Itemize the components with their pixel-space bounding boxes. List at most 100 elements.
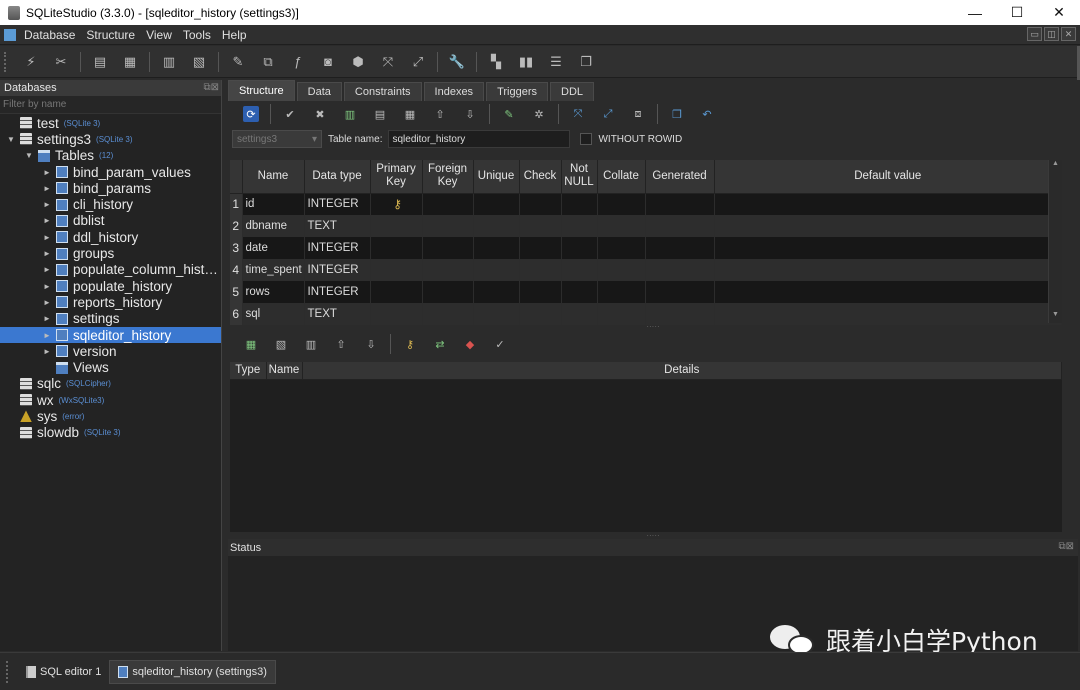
tree-item-sys[interactable]: sys (error) xyxy=(0,408,221,424)
collate-cell[interactable] xyxy=(597,237,646,259)
tree-item-bind-param-values[interactable]: ► bind_param_values xyxy=(0,164,221,180)
check-cell[interactable] xyxy=(519,281,562,303)
tree-item-ddl-history[interactable]: ► ddl_history xyxy=(0,229,221,245)
mdi-close-icon[interactable]: ✕ xyxy=(1061,27,1076,41)
column-name-cell[interactable]: date xyxy=(242,237,305,259)
create-index-icon[interactable]: ❐ xyxy=(669,106,685,122)
menu-database[interactable]: Database xyxy=(24,28,75,42)
status-panel-controls-icon[interactable]: ⧉⊠ xyxy=(1058,541,1074,552)
add-pk-icon[interactable]: ⚷ xyxy=(402,336,418,352)
menu-view[interactable]: View xyxy=(146,28,172,42)
add-check-icon[interactable]: ✓ xyxy=(492,336,508,352)
check-cell[interactable] xyxy=(519,215,562,237)
expand-arrow-icon[interactable]: ▼ xyxy=(24,151,34,160)
primary-key-cell[interactable]: ⚷ xyxy=(370,193,423,215)
table-row[interactable]: 1 id INTEGER ⚷ xyxy=(230,193,1062,215)
expand-arrow-icon[interactable]: ► xyxy=(42,168,52,177)
cascade-icon[interactable]: ❐ xyxy=(577,53,595,71)
move-down-icon[interactable]: ⇩ xyxy=(462,106,478,122)
collate-cell[interactable] xyxy=(597,259,646,281)
undo-icon[interactable]: ↶ xyxy=(699,106,715,122)
collate-cell[interactable] xyxy=(597,303,646,325)
tree-item-populate-history[interactable]: ► populate_history xyxy=(0,278,221,294)
column-name-cell[interactable]: time_spent xyxy=(242,259,305,281)
column-name-cell[interactable]: rows xyxy=(242,281,305,303)
extensions-icon[interactable]: ⬢ xyxy=(349,53,367,71)
menu-tools[interactable]: Tools xyxy=(183,28,211,42)
tile-vertical-icon[interactable]: ☰ xyxy=(547,53,565,71)
check-cell[interactable] xyxy=(519,259,562,281)
add-unique-icon[interactable]: ◆ xyxy=(462,336,478,352)
tree-item-sqleditor-history[interactable]: ► sqleditor_history xyxy=(0,326,221,344)
default-value-cell[interactable] xyxy=(714,237,1062,259)
tree-item-sqlc[interactable]: sqlc (SQLCipher) xyxy=(0,376,221,392)
tab-indexes[interactable]: Indexes xyxy=(423,82,485,101)
tree-item-dblist[interactable]: ► dblist xyxy=(0,213,221,229)
tree-item-settings[interactable]: ► settings xyxy=(0,311,221,327)
column-type-cell[interactable]: TEXT xyxy=(304,215,371,237)
columns-scrollbar[interactable]: ▲ ▼ xyxy=(1048,160,1062,323)
primary-key-cell[interactable] xyxy=(370,281,423,303)
expand-arrow-icon[interactable]: ► xyxy=(42,249,52,258)
tab-structure[interactable]: Structure xyxy=(228,80,295,101)
sql-editor-icon[interactable]: ✎ xyxy=(229,53,247,71)
toolbar-grip[interactable] xyxy=(4,51,8,72)
tree-item-views[interactable]: Views xyxy=(0,359,221,375)
column-name-cell[interactable]: sql xyxy=(242,303,305,325)
edit-column-icon[interactable]: ▤ xyxy=(372,106,388,122)
column-type-cell[interactable]: TEXT xyxy=(304,303,371,325)
header-primary-key[interactable]: Primary Key xyxy=(370,160,423,194)
default-value-cell[interactable] xyxy=(714,303,1062,325)
tree-item-populate-column-hist-[interactable]: ► populate_column_hist… xyxy=(0,262,221,278)
minimize-button[interactable]: — xyxy=(954,0,996,25)
tree-item-reports-history[interactable]: ► reports_history xyxy=(0,294,221,310)
import-icon[interactable]: ⤧ xyxy=(379,53,397,71)
generated-cell[interactable] xyxy=(645,259,715,281)
column-type-cell[interactable]: INTEGER xyxy=(304,281,371,303)
add-fk-icon[interactable]: ⇄ xyxy=(432,336,448,352)
tree-item-cli-history[interactable]: ► cli_history xyxy=(0,196,221,212)
table-row[interactable]: 5 rows INTEGER xyxy=(230,281,1062,303)
table-row[interactable]: 3 date INTEGER xyxy=(230,237,1062,259)
expand-arrow-icon[interactable]: ► xyxy=(42,200,52,209)
menu-structure[interactable]: Structure xyxy=(86,28,135,42)
filter-input[interactable]: Filter by name xyxy=(0,96,221,114)
edit-table-icon[interactable]: ▧ xyxy=(190,53,208,71)
tree-item-bind-params[interactable]: ► bind_params xyxy=(0,180,221,196)
generated-cell[interactable] xyxy=(645,193,715,215)
tree-item-slowdb[interactable]: slowdb (SQLite 3) xyxy=(0,425,221,441)
tree-item-settings3[interactable]: ▼ settings3 (SQLite 3) xyxy=(0,131,221,147)
unique-cell[interactable] xyxy=(473,281,520,303)
wrench-icon[interactable]: 🔧 xyxy=(448,53,466,71)
primary-key-cell[interactable] xyxy=(370,215,423,237)
constraint-up-icon[interactable]: ⇧ xyxy=(333,336,349,352)
generated-cell[interactable] xyxy=(645,281,715,303)
panel-controls-icon[interactable]: ⧉⊠ xyxy=(203,82,219,93)
tab-data[interactable]: Data xyxy=(296,82,342,101)
primary-key-cell[interactable] xyxy=(370,259,423,281)
add-constraint-icon[interactable]: ▦ xyxy=(243,336,259,352)
foreign-key-cell[interactable] xyxy=(422,281,474,303)
header-generated[interactable]: Generated xyxy=(645,160,715,194)
unique-cell[interactable] xyxy=(473,237,520,259)
header-collate[interactable]: Collate xyxy=(597,160,646,194)
constraint-down-icon[interactable]: ⇩ xyxy=(363,336,379,352)
expand-arrow-icon[interactable]: ► xyxy=(42,347,52,356)
mdi-minimize-icon[interactable]: ▭ xyxy=(1027,27,1042,41)
default-value-cell[interactable] xyxy=(714,193,1062,215)
delete-constraint-icon[interactable]: ▥ xyxy=(303,336,319,352)
connect-icon[interactable]: ⚡ xyxy=(22,53,40,71)
expand-arrow-icon[interactable]: ► xyxy=(42,314,52,323)
not-null-cell[interactable] xyxy=(561,281,598,303)
refresh-icon[interactable]: ⟳ xyxy=(243,106,259,122)
not-null-cell[interactable] xyxy=(561,193,598,215)
export-icon[interactable]: ⤢ xyxy=(409,53,427,71)
default-value-cell[interactable] xyxy=(714,215,1062,237)
unique-cell[interactable] xyxy=(473,215,520,237)
header-unique[interactable]: Unique xyxy=(473,160,520,194)
row-number[interactable]: 3 xyxy=(230,237,243,259)
unique-cell[interactable] xyxy=(473,303,520,325)
row-number[interactable]: 5 xyxy=(230,281,243,303)
not-null-cell[interactable] xyxy=(561,259,598,281)
history-icon[interactable]: ⧉ xyxy=(259,53,277,71)
